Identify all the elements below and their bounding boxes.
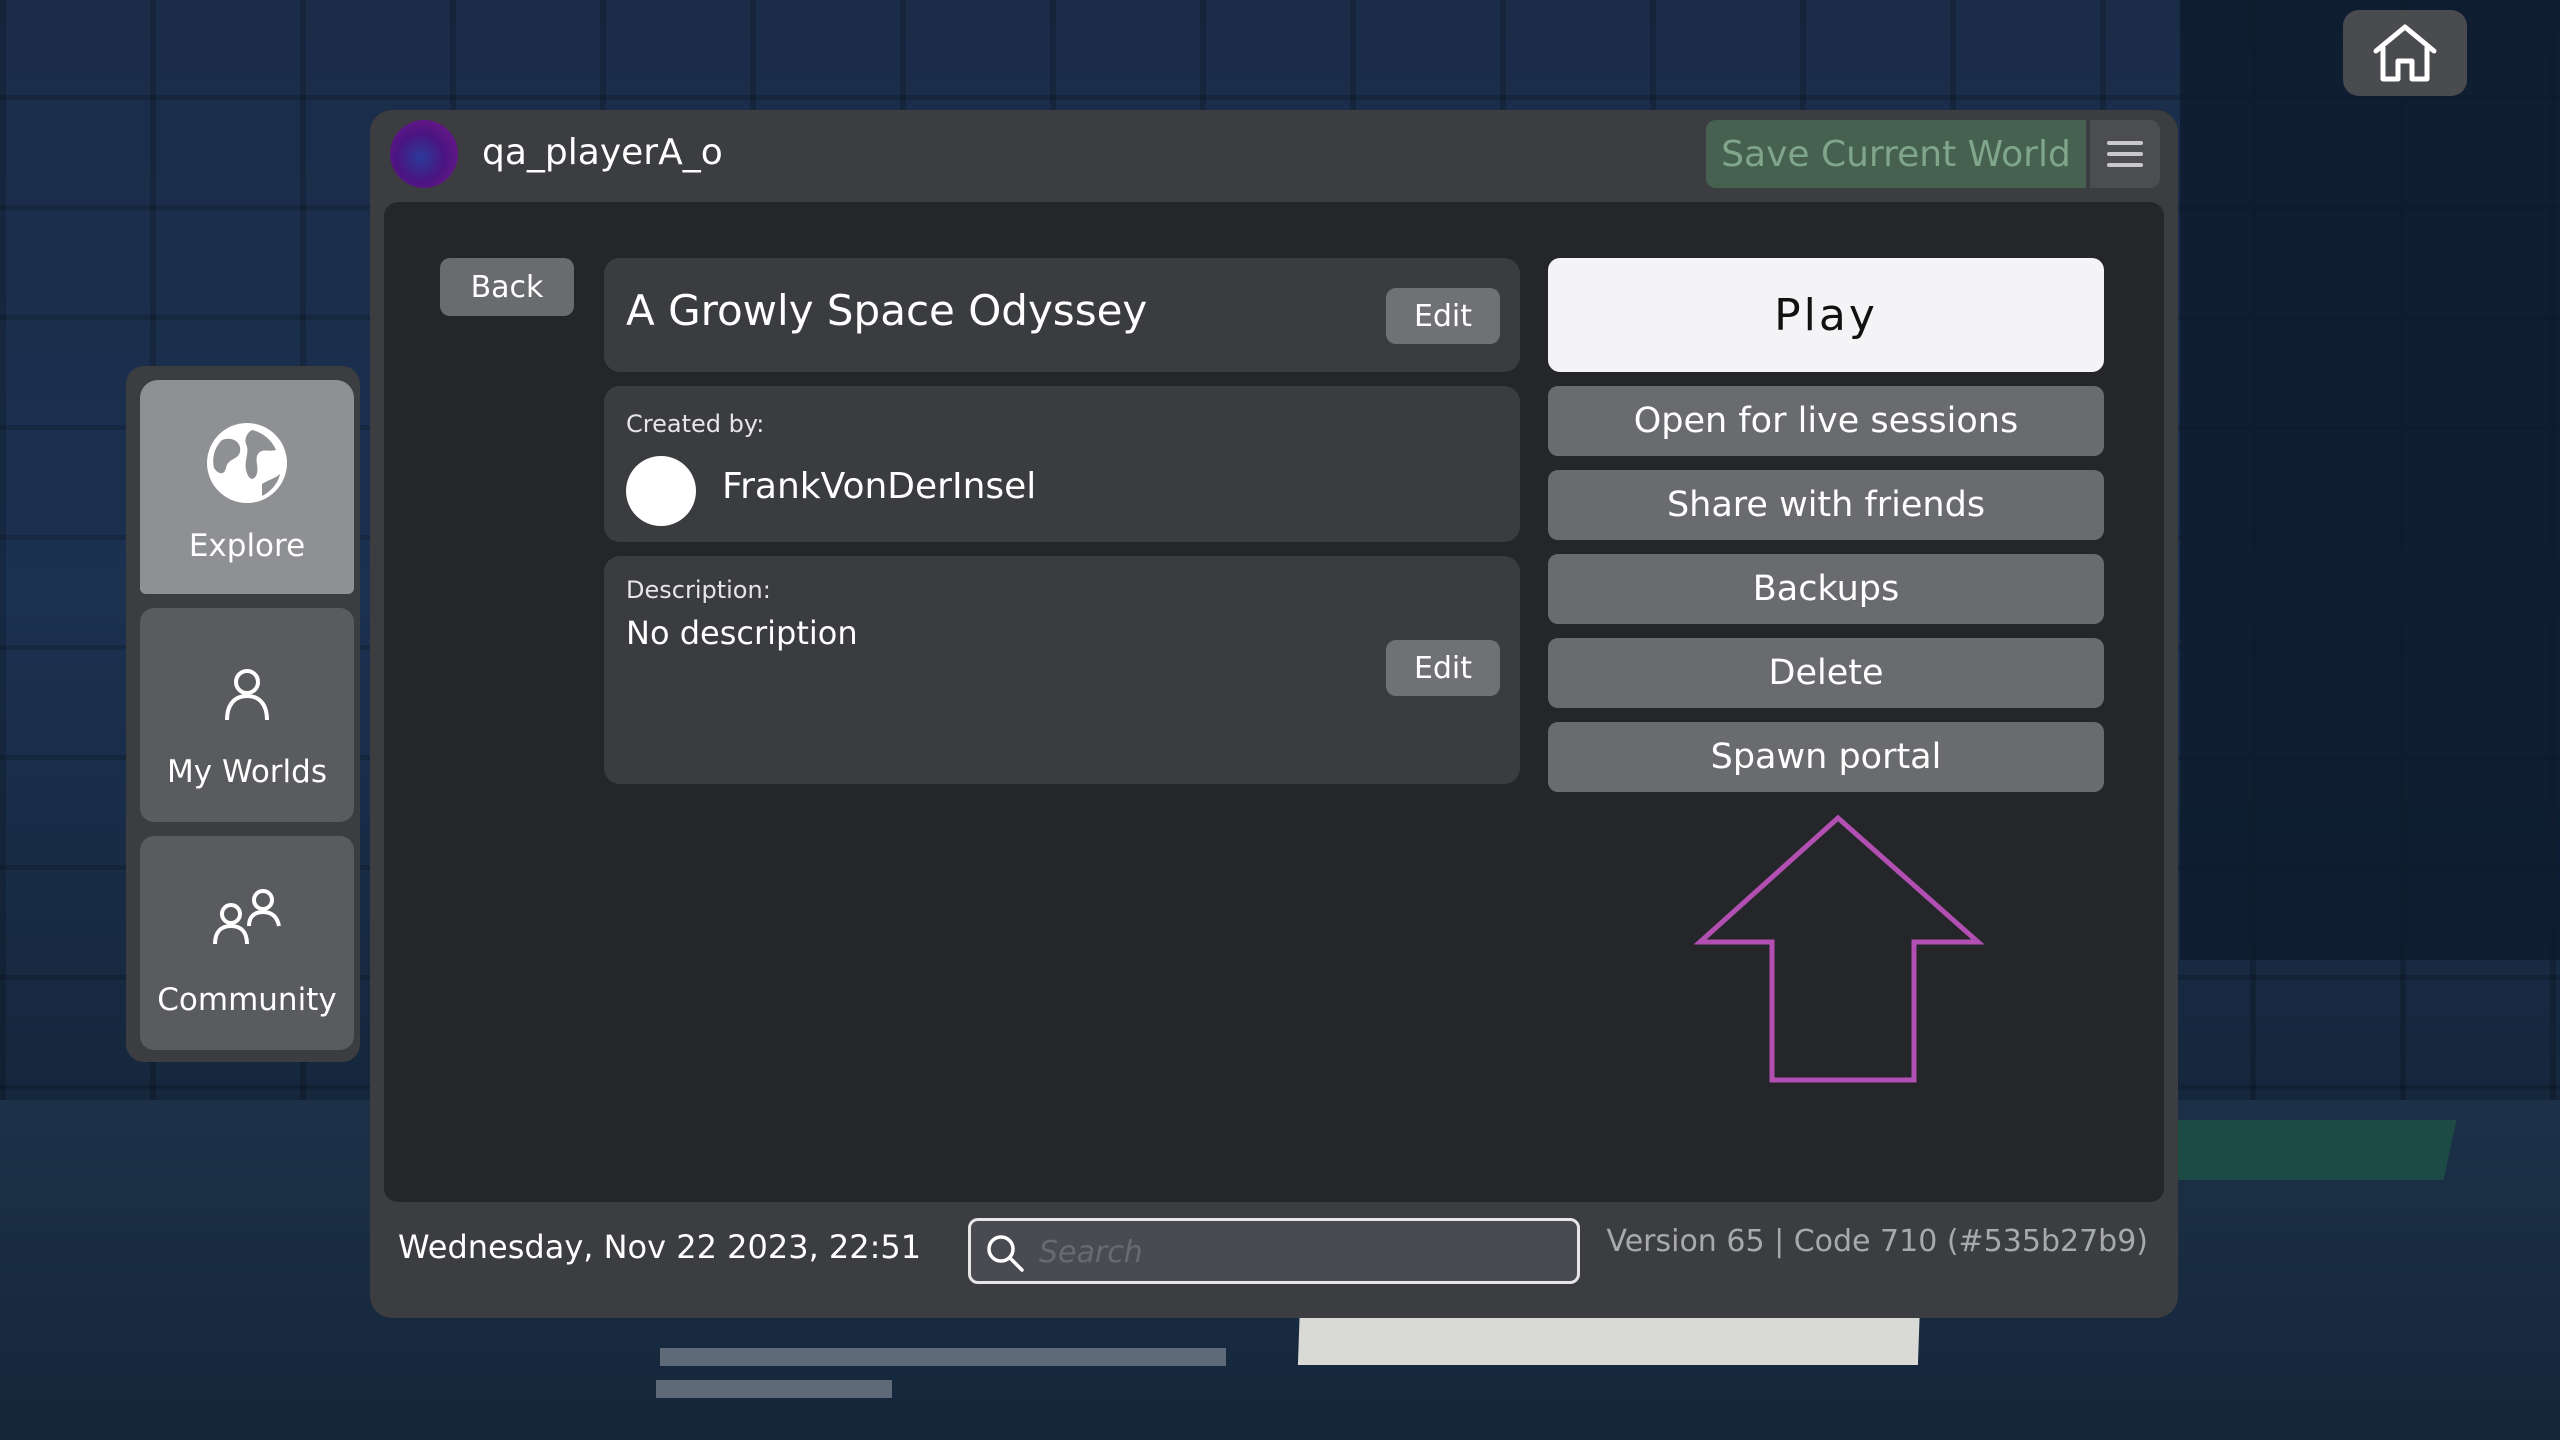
hamburger-icon xyxy=(2107,163,2143,167)
search-input[interactable] xyxy=(1037,1227,1561,1277)
world-title-card: A Growly Space Odyssey Edit xyxy=(604,258,1520,372)
username: qa_playerA_o xyxy=(482,132,723,173)
open-live-sessions-button[interactable]: Open for live sessions xyxy=(1548,386,2104,456)
hamburger-icon xyxy=(2107,141,2143,145)
sidebar-item-label: Explore xyxy=(188,528,306,564)
up-arrow-annotation xyxy=(1694,814,1985,1083)
actions-column: Play Open for live sessions Share with f… xyxy=(1548,258,2104,806)
sidebar-item-community[interactable]: Community xyxy=(140,836,354,1050)
backups-button[interactable]: Backups xyxy=(1548,554,2104,624)
content-panel: Back A Growly Space Odyssey Edit Created… xyxy=(384,202,2164,1202)
sidebar-item-label: My Worlds xyxy=(167,754,327,790)
background-note xyxy=(656,1380,892,1398)
world-details-window: qa_playerA_o Save Current World Back A G… xyxy=(370,110,2178,1318)
play-button[interactable]: Play xyxy=(1548,258,2104,372)
spawn-portal-button[interactable]: Spawn portal xyxy=(1548,722,2104,792)
sidebar-item-label: Community xyxy=(157,982,337,1018)
background-note xyxy=(660,1348,1226,1366)
creator-card: Created by: FrankVonDerInsel xyxy=(604,386,1520,542)
created-by-label: Created by: xyxy=(626,410,765,438)
save-current-world-button[interactable]: Save Current World xyxy=(1706,120,2086,188)
home-button[interactable] xyxy=(2343,10,2467,96)
description-card: Description: No description Edit xyxy=(604,556,1520,784)
sidebar-item-explore[interactable]: Explore xyxy=(140,380,354,594)
avatar[interactable] xyxy=(390,120,458,188)
background-panel xyxy=(2180,0,2560,960)
menu-button[interactable] xyxy=(2090,120,2160,188)
back-button[interactable]: Back xyxy=(440,258,574,316)
description-text: No description xyxy=(626,614,858,652)
search-field[interactable] xyxy=(968,1218,1580,1284)
world-title: A Growly Space Odyssey xyxy=(626,286,1148,335)
search-icon xyxy=(987,1235,1024,1272)
description-label: Description: xyxy=(626,576,771,604)
globe-icon xyxy=(207,423,287,503)
hamburger-icon xyxy=(2107,152,2143,156)
share-with-friends-button[interactable]: Share with friends xyxy=(1548,470,2104,540)
edit-title-button[interactable]: Edit xyxy=(1386,288,1500,344)
edit-description-button[interactable]: Edit xyxy=(1386,640,1500,696)
sidebar-item-my-worlds[interactable]: My Worlds xyxy=(140,608,354,822)
version-info: Version 65 | Code 710 (#535b27b9) xyxy=(1606,1224,2149,1259)
delete-button[interactable]: Delete xyxy=(1548,638,2104,708)
background-table xyxy=(2143,1120,2457,1180)
sidebar: Explore My Worlds Community xyxy=(126,366,360,1062)
creator-name[interactable]: FrankVonDerInsel xyxy=(722,466,1036,507)
person-icon xyxy=(225,669,269,721)
home-icon xyxy=(2373,24,2437,82)
creator-avatar xyxy=(626,456,696,526)
people-icon xyxy=(213,889,281,945)
datetime: Wednesday, Nov 22 2023, 22:51 xyxy=(398,1228,922,1266)
